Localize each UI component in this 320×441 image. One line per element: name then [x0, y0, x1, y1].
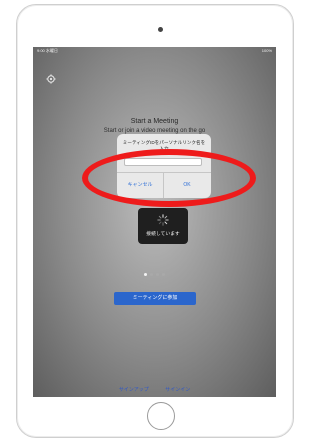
join-meeting-button[interactable]: ミーティングに参加 — [114, 292, 196, 305]
settings-icon[interactable] — [46, 71, 56, 84]
status-time: 9:00 水曜日 — [37, 48, 58, 53]
highlight-annotation — [82, 149, 256, 207]
page-title: Start a Meeting — [130, 118, 179, 125]
spinner-icon — [157, 213, 169, 226]
page-dot — [150, 273, 153, 276]
app-screen: 9:00 水曜日 100% Start a Meeting Start or j… — [33, 47, 276, 397]
sign-up-link[interactable]: サインアップ — [119, 386, 149, 393]
front-camera — [158, 27, 163, 32]
page-dot — [156, 273, 159, 276]
battery-level: 100% — [261, 48, 272, 53]
page-dot — [162, 273, 165, 276]
auth-links: サインアップ サインイン — [33, 378, 276, 396]
home-button[interactable] — [147, 402, 175, 430]
page-dot — [144, 273, 147, 276]
sign-in-link[interactable]: サインイン — [165, 386, 190, 393]
toast-text: 接続しています — [146, 232, 180, 237]
connecting-toast: 接続しています — [138, 208, 188, 244]
status-bar: 9:00 水曜日 100% — [33, 47, 276, 55]
page-indicator — [33, 273, 276, 276]
